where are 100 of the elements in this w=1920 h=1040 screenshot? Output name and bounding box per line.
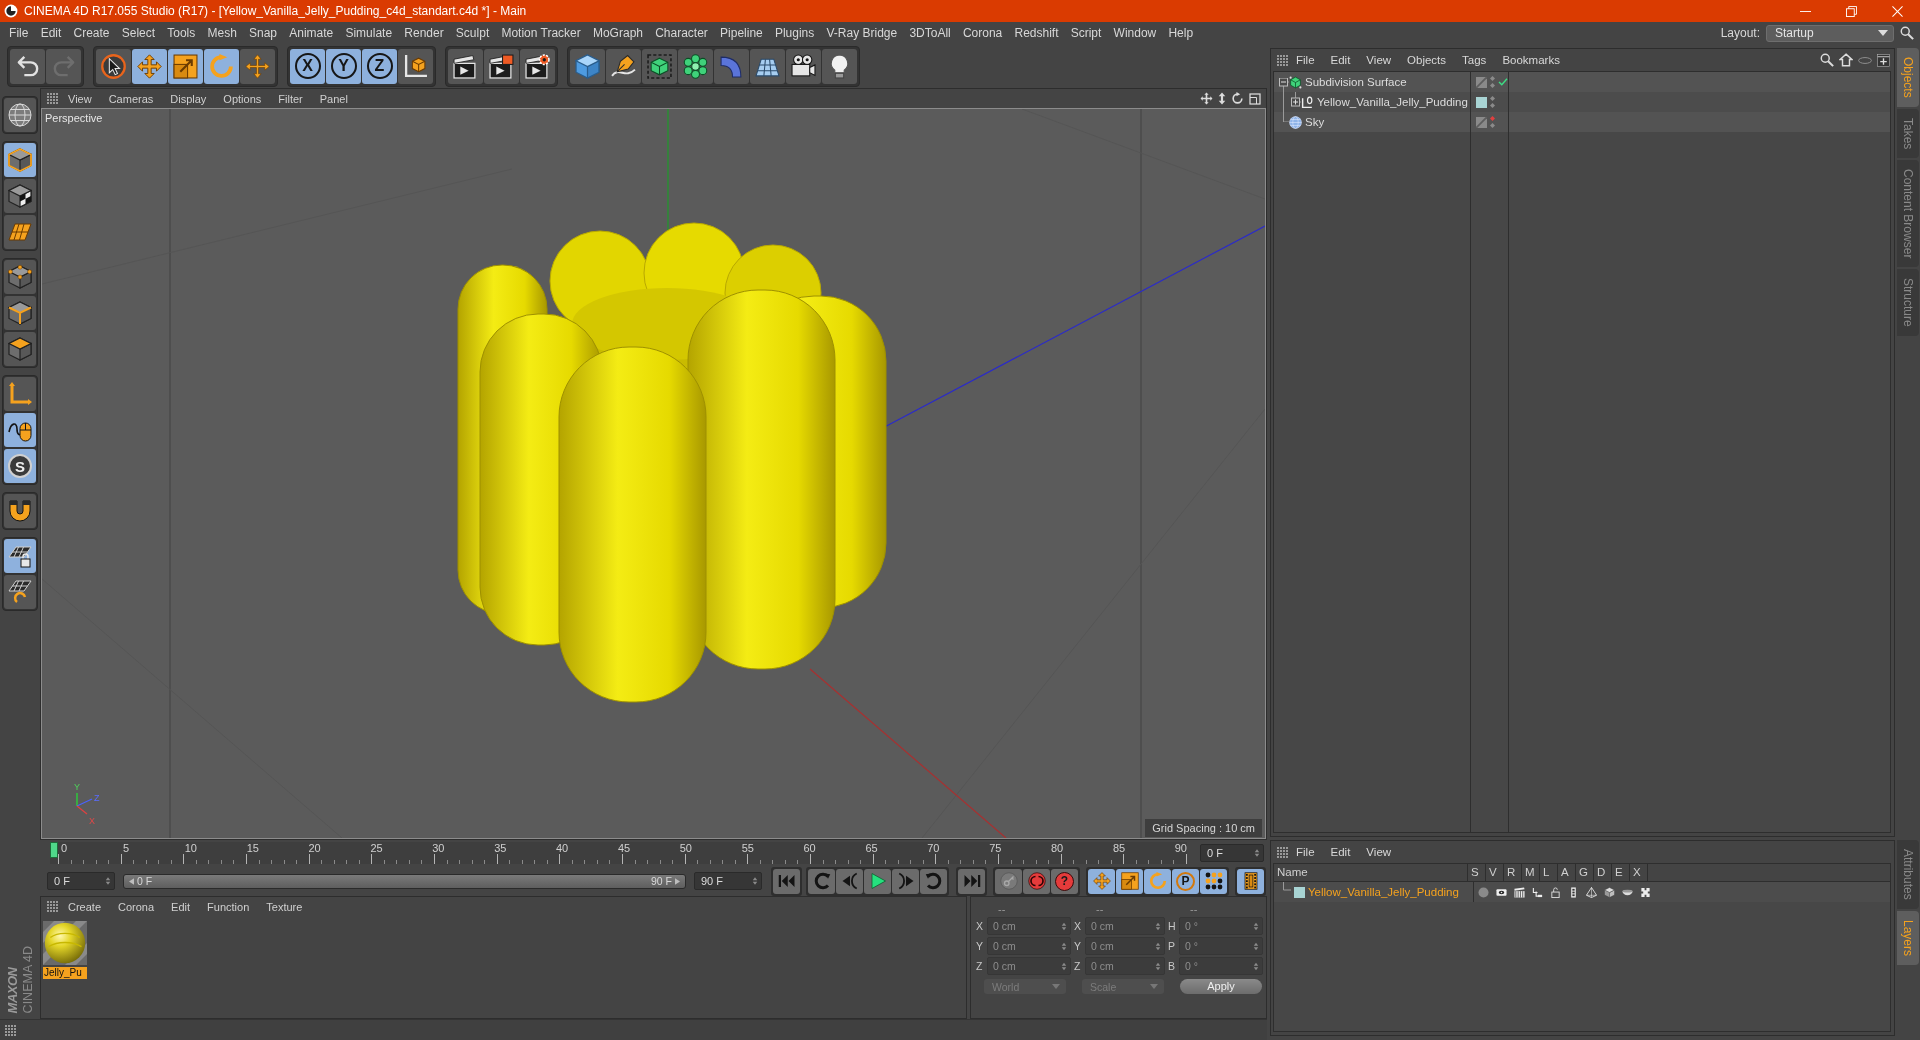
restore-icon[interactable] [1845,5,1857,17]
toolbar-button[interactable] [168,48,203,84]
panel-menu-item[interactable]: Edit [1322,54,1359,66]
column-heading[interactable]: X [1630,864,1648,881]
open-padlock-icon[interactable] [1549,886,1561,898]
menu-item[interactable]: Render [398,26,450,40]
menu-item[interactable]: Animate [283,26,340,40]
toolbar-button[interactable] [96,48,131,84]
panel-menu-item[interactable]: Bookmarks [1494,54,1568,66]
coordinate-field[interactable]: 0 ° [1179,957,1263,975]
coordinate-field[interactable]: 0 cm [987,917,1071,935]
orbit-icon[interactable] [1231,92,1244,105]
column-heading[interactable]: E [1612,864,1630,881]
cross-block-icon[interactable] [1639,886,1651,898]
material-sphere-icon[interactable] [43,921,87,965]
menu-item[interactable]: Window [1107,26,1163,40]
material-name[interactable]: Jelly_Pu [43,967,87,979]
playhead[interactable] [50,842,58,858]
tree-expander-icon[interactable] [1282,92,1301,112]
material-menu-item[interactable]: Create [61,900,109,913]
menu-item[interactable]: Character [649,26,714,40]
end-frame-field[interactable]: 90 F [694,872,762,890]
column-heading[interactable]: L [1540,864,1558,881]
column-heading[interactable]: G [1576,864,1594,881]
layer-row[interactable]: Yellow_Vanilla_Jelly_Pudding [1274,882,1890,902]
transport-button[interactable] [1088,868,1115,894]
toolbar-button[interactable] [204,48,239,84]
toolbar-button[interactable] [240,48,275,84]
coordinate-field[interactable]: 0 ° [1179,917,1263,935]
range-scrollbar[interactable]: 0 F 90 F [123,873,686,889]
apply-button[interactable]: Apply [1180,979,1262,994]
undo-button[interactable] [10,48,45,84]
transport-button[interactable] [1023,868,1050,894]
material-menu-item[interactable]: Edit [164,900,198,913]
toolbar-button[interactable]: X [290,48,325,84]
search-icon[interactable] [1900,26,1914,40]
coordinate-field[interactable]: 0 ° [1179,937,1263,955]
coordinate-field[interactable]: 0 cm [1085,937,1165,955]
coordinate-field[interactable]: 0 cm [987,957,1071,975]
mode-button[interactable] [4,332,36,366]
viewport-menu-item[interactable]: View [61,92,99,105]
transport-button[interactable] [1200,868,1227,894]
transport-button[interactable] [995,868,1022,894]
material-menu-item[interactable]: Texture [259,900,310,913]
toolbar-button[interactable]: Z [362,48,397,84]
material-menu-item[interactable]: Corona [111,900,162,913]
start-frame-field[interactable]: 0 F [47,872,115,890]
panel-menu-item[interactable]: File [1288,54,1323,66]
toolbar-button[interactable] [448,48,483,84]
mode-button[interactable] [4,179,36,213]
menu-item[interactable]: Pipeline [713,26,769,40]
side-tab[interactable]: Structure [1897,269,1919,337]
toolbar-button[interactable] [398,48,433,84]
dot-icon[interactable] [1477,886,1489,898]
menu-item[interactable]: V-Ray Bridge [820,26,904,40]
minimize-icon[interactable] [1799,10,1811,12]
object-row[interactable]: Subdivision Surface [1274,72,1890,92]
viewport-menu-item[interactable]: Panel [312,92,355,105]
hierarchy-icon[interactable] [1531,886,1543,898]
menu-item[interactable]: File [3,26,35,40]
column-heading[interactable]: A [1558,864,1576,881]
toolbar-button[interactable] [750,48,785,84]
viewport-menu-item[interactable]: Display [163,92,214,105]
eye-icon[interactable] [1495,886,1507,898]
clapperboard-icon[interactable] [1513,886,1525,898]
menu-item[interactable]: Simulate [339,26,399,40]
close-icon[interactable] [1891,5,1903,17]
transport-button[interactable] [1144,868,1171,894]
menu-item[interactable]: Script [1064,26,1108,40]
menu-item[interactable]: Plugins [768,26,821,40]
toolbar-button[interactable] [642,48,677,84]
coordinate-field[interactable]: 0 cm [987,937,1071,955]
tree-expander-icon[interactable] [1278,78,1289,92]
menu-item[interactable]: Help [1162,26,1200,40]
column-heading[interactable]: Name [1274,864,1468,881]
maximize-icon[interactable] [1249,92,1261,105]
toolbar-button[interactable] [132,48,167,84]
pyramid-icon[interactable] [1585,886,1597,898]
coordinate-field[interactable]: 0 cm [1085,957,1165,975]
viewport-menu-item[interactable]: Options [216,92,269,105]
panel-menu-item[interactable]: Objects [1399,54,1455,66]
current-frame-field[interactable]: 0 F [1200,844,1264,862]
shaded-cube-icon[interactable] [1603,886,1615,898]
new-window-icon[interactable] [1877,53,1890,67]
panel-menu-item[interactable]: File [1288,846,1323,858]
toolbar-button[interactable] [678,48,713,84]
toolbar-button[interactable] [606,48,641,84]
column-heading[interactable]: V [1486,864,1504,881]
menu-item[interactable]: MoGraph [586,26,650,40]
side-tab[interactable]: Takes [1897,108,1919,159]
column-heading[interactable]: S [1468,864,1486,881]
panel-menu-item[interactable]: Edit [1322,846,1359,858]
timeline-ruler[interactable]: 0 5 10 15 20 25 30 35 40 45 50 55 60 65 70 75 80 85 90 [50,842,1187,864]
menu-item[interactable]: Corona [956,26,1009,40]
ellipse-icon[interactable] [1858,56,1872,64]
menu-item[interactable]: Sculpt [449,26,496,40]
transport-button[interactable] [864,868,891,894]
mode-button[interactable]: S [4,449,36,483]
mode-button[interactable] [4,413,36,447]
menu-item[interactable]: Edit [34,26,68,40]
